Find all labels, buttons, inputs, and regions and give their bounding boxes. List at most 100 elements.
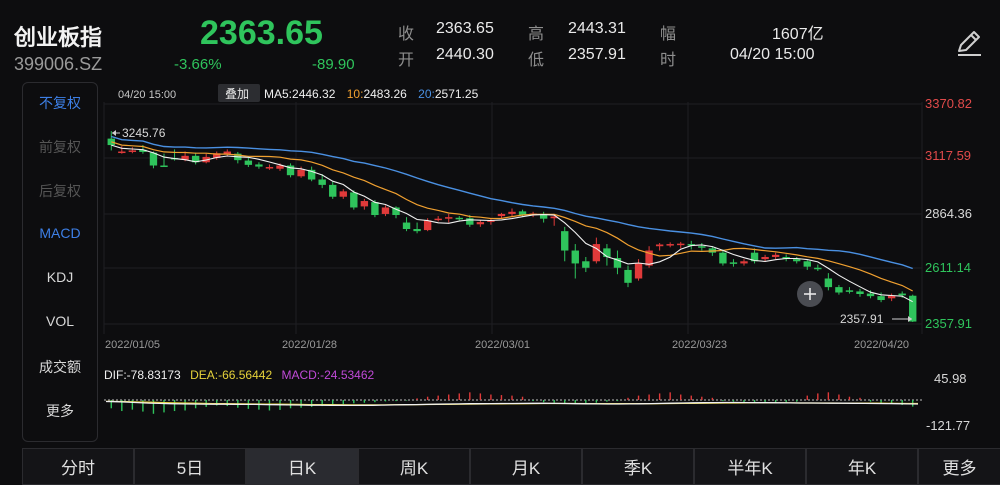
candle — [329, 184, 337, 197]
candle — [866, 293, 875, 297]
high-value: 2443.31 — [568, 20, 626, 37]
menu-more[interactable]: 更多 — [23, 401, 97, 421]
tab-5day[interactable]: 5日 — [134, 448, 246, 485]
date-label: 2022/03/23 — [672, 339, 727, 351]
tab-daily-k[interactable]: 日K — [246, 448, 358, 485]
quote-header: 创业板指 399006.SZ 2363.65 -3.66% -89.90 收 2… — [0, 0, 1000, 80]
macd-dif: DIF:-78.83173 — [104, 368, 181, 382]
ma5-label: MA5: — [264, 87, 292, 101]
tab-minute[interactable]: 分时 — [22, 448, 134, 485]
open-label: 开 — [398, 52, 415, 69]
candle — [244, 160, 253, 165]
low-label: 低 — [528, 52, 545, 69]
candle — [561, 231, 569, 251]
candle — [898, 293, 906, 296]
low-value: 2357.91 — [568, 46, 626, 63]
time-label: 时 — [660, 52, 677, 69]
overlay-button[interactable]: 叠加 — [225, 87, 249, 101]
candle — [655, 244, 664, 247]
ma20-value: 2571.25 — [435, 87, 479, 101]
tab-weekly-k[interactable]: 周K — [358, 448, 470, 485]
change-value: -89.90 — [312, 56, 355, 73]
date-label: 2022/01/28 — [282, 339, 337, 351]
candle — [877, 296, 885, 301]
candle — [402, 222, 411, 230]
candle — [476, 222, 485, 225]
menu-macd[interactable]: MACD — [23, 225, 97, 241]
candle — [360, 201, 369, 207]
candle — [497, 213, 506, 217]
high-marker: 3245.76 — [112, 126, 166, 140]
candle — [160, 165, 168, 168]
candle — [149, 152, 158, 166]
candle — [835, 287, 843, 293]
menu-backward-adjust[interactable]: 后复权 — [23, 181, 97, 201]
menu-turnover[interactable]: 成交额 — [23, 357, 97, 377]
candle — [729, 262, 738, 264]
candle — [445, 217, 453, 219]
price-axis-tick: 2864.36 — [925, 206, 972, 221]
candle — [856, 291, 864, 295]
close-label: 收 — [398, 26, 415, 43]
close-value: 2363.65 — [436, 20, 494, 37]
candle — [118, 151, 126, 154]
candle — [824, 278, 833, 288]
ma5-line — [111, 144, 913, 303]
edit-icon[interactable] — [952, 26, 986, 60]
index-name: 创业板指 — [14, 25, 103, 50]
candle — [381, 207, 390, 214]
candle — [740, 261, 748, 264]
candle — [634, 263, 643, 279]
price-axis-tick: 2611.14 — [925, 260, 971, 275]
time-value: 04/20 15:00 — [730, 46, 815, 63]
high-marker-value: 3245.76 — [122, 126, 166, 140]
candle — [297, 169, 305, 177]
tab-halfyear-k[interactable]: 半年K — [694, 448, 806, 485]
tab-monthly-k[interactable]: 月K — [470, 448, 582, 485]
candle — [571, 250, 579, 264]
macd-axis-top: 45.98 — [934, 371, 967, 386]
candle — [793, 259, 801, 262]
candle — [803, 261, 811, 267]
crosshair-add-button[interactable] — [797, 281, 823, 307]
candle — [814, 267, 822, 270]
menu-forward-adjust[interactable]: 前复权 — [23, 137, 97, 157]
kline-chart[interactable]: 04/20 15:00 叠加 MA5:2446.32 10:2483.26 20… — [100, 82, 1000, 442]
candle — [508, 211, 516, 214]
candle — [107, 138, 115, 146]
candle — [434, 218, 442, 221]
candle — [371, 202, 379, 216]
candle — [339, 191, 347, 197]
ma10-value: 2483.26 — [363, 87, 407, 101]
tab-more[interactable]: 更多 — [918, 448, 1000, 485]
chart-time: 04/20 15:00 — [118, 89, 176, 101]
high-label: 高 — [528, 26, 545, 43]
candle — [845, 290, 854, 292]
candle — [698, 246, 706, 248]
date-label: 2022/04/20 — [854, 339, 909, 351]
macd-axis-bottom: -121.77 — [926, 418, 970, 433]
macd-value: MACD:-24.53462 — [281, 368, 374, 382]
ma20-label: 20: — [418, 87, 435, 101]
tab-quarterly-k[interactable]: 季K — [582, 448, 694, 485]
candle — [318, 179, 326, 185]
menu-kdj[interactable]: KDJ — [23, 269, 97, 285]
macd-readout: DIF:-78.83173 DEA:-66.56442 MACD:-24.534… — [104, 368, 375, 382]
index-code: 399006.SZ — [14, 54, 103, 74]
menu-no-adjust[interactable]: 不复权 — [23, 93, 97, 113]
ma5-value: 2446.32 — [292, 87, 336, 101]
candle — [350, 192, 358, 208]
tab-yearly-k[interactable]: 年K — [806, 448, 918, 485]
macd-dea: DEA:-66.56442 — [190, 368, 272, 382]
candle — [624, 269, 632, 283]
ma10-label: 10: — [347, 87, 364, 101]
open-value: 2440.30 — [436, 46, 494, 63]
candle — [413, 229, 421, 232]
indicator-menu: 不复权 前复权 后复权 MACD KDJ VOL 成交额 更多 — [22, 82, 98, 442]
date-label: 2022/03/01 — [475, 339, 530, 351]
candle — [255, 164, 263, 167]
candle — [423, 220, 432, 231]
menu-vol[interactable]: VOL — [23, 313, 97, 329]
date-label: 2022/01/05 — [105, 339, 160, 351]
period-tabs: 分时 5日 日K 周K 月K 季K 半年K 年K 更多 — [22, 448, 1000, 485]
